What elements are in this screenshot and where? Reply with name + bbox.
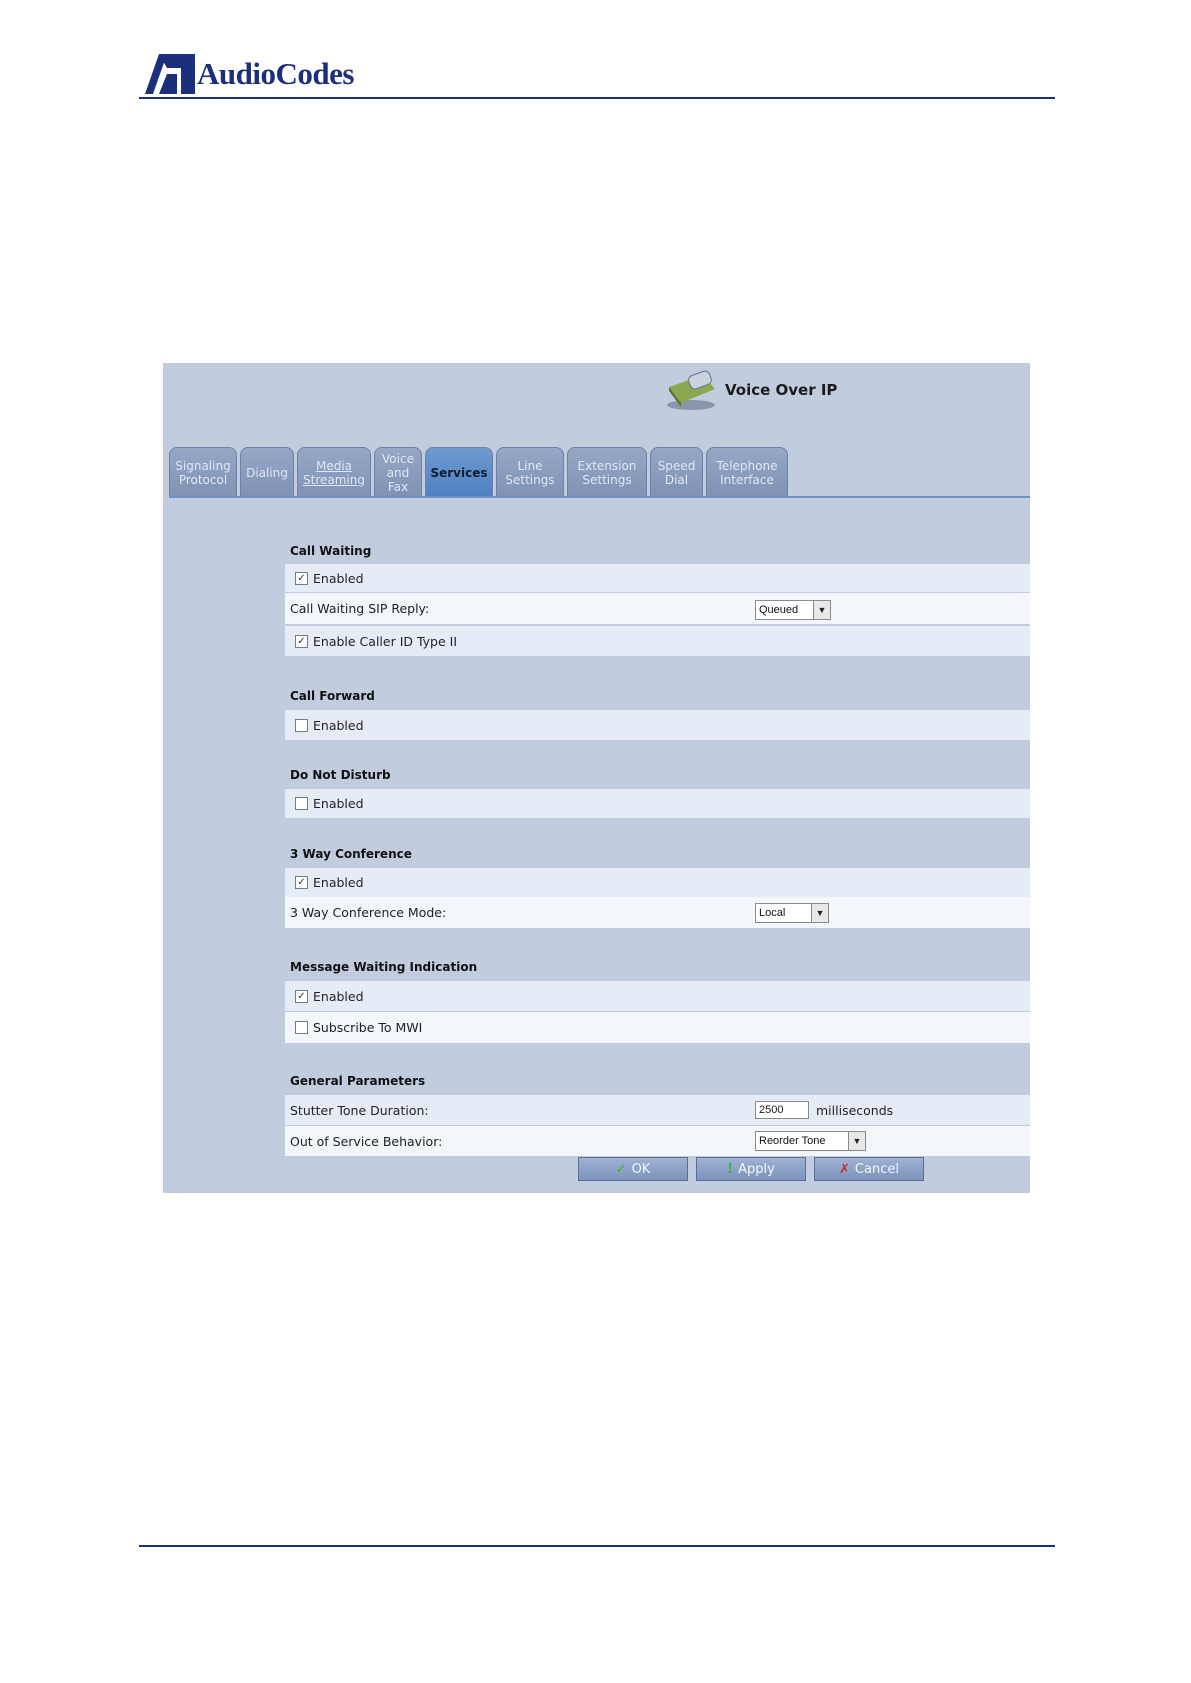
footer-rule (139, 1545, 1055, 1547)
three-way-enabled-row: ✓ Enabled (285, 868, 1030, 897)
call-forward-title: Call Forward (290, 689, 375, 703)
tab-voice-and-fax[interactable]: Voice and Fax (374, 447, 422, 497)
call-waiting-sip-reply-select[interactable]: Queued ▼ (755, 600, 831, 620)
three-way-enabled-label: Enabled (313, 875, 364, 890)
stutter-label: Stutter Tone Duration: (290, 1102, 429, 1118)
oos-label: Out of Service Behavior: (290, 1133, 443, 1149)
tab-label: Voice and Fax (382, 451, 414, 494)
caller-id-checkbox[interactable]: ✓ (295, 634, 308, 648)
tab-label: Line Settings (505, 458, 555, 487)
call-waiting-enabled-label: Enabled (313, 570, 364, 586)
apply-label: Apply (738, 1161, 775, 1177)
tab-label: Dialing (246, 465, 288, 480)
three-way-mode-value: Local (759, 907, 786, 919)
window-title: Voice Over IP (663, 367, 837, 413)
audiocodes-logo-icon (145, 54, 195, 94)
caller-id-label: Enable Caller ID Type II (313, 633, 458, 649)
dnd-enabled-label: Enabled (313, 796, 364, 811)
tab-label: Telephone Interface (716, 458, 778, 487)
tab-label: Extension Settings (577, 458, 637, 487)
ok-button[interactable]: ✓ OK (578, 1157, 688, 1181)
tab-label: Signaling Protocol (175, 458, 231, 487)
oos-behavior-select[interactable]: Reorder Tone ▼ (755, 1131, 866, 1151)
tab-extension-settings[interactable]: Extension Settings (567, 447, 647, 497)
call-waiting-title: Call Waiting (290, 544, 372, 558)
cancel-label: Cancel (854, 1161, 899, 1177)
call-waiting-sip-reply-label: Call Waiting SIP Reply: (290, 601, 430, 616)
checkmark-icon: ✓ (615, 1161, 627, 1177)
mwi-title: Message Waiting Indication (290, 960, 478, 974)
chevron-down-icon[interactable]: ▼ (813, 601, 830, 619)
three-way-mode-label: 3 Way Conference Mode: (290, 905, 447, 920)
tab-speed-dial[interactable]: Speed Dial (650, 447, 703, 497)
call-waiting-sip-reply-row: Call Waiting SIP Reply: (285, 593, 1030, 624)
three-way-enabled-checkbox[interactable]: ✓ (295, 876, 308, 889)
tab-signaling-protocol[interactable]: Signaling Protocol (169, 447, 237, 497)
mwi-subscribe-checkbox[interactable] (295, 1021, 308, 1034)
cancel-button[interactable]: ✗ Cancel (814, 1157, 924, 1181)
mwi-enabled-row: ✓ Enabled (285, 981, 1030, 1011)
tab-label: Services (430, 465, 488, 480)
apply-button[interactable]: ! Apply (696, 1157, 806, 1181)
ok-label: OK (631, 1161, 651, 1177)
tab-line-settings[interactable]: Line Settings (496, 447, 564, 497)
mwi-enabled-label: Enabled (313, 988, 364, 1004)
caller-id-row: ✓ Enable Caller ID Type II (285, 626, 1030, 656)
three-way-mode-select[interactable]: Local ▼ (755, 903, 829, 923)
brand-name: AudioCodes (197, 56, 354, 91)
dnd-title: Do Not Disturb (290, 768, 391, 782)
tab-media-streaming[interactable]: Media Streaming (297, 447, 371, 497)
exclamation-icon: ! (727, 1161, 734, 1177)
three-way-mode-row: 3 Way Conference Mode: (285, 897, 1030, 928)
stutter-duration-input[interactable]: 2500 (755, 1101, 809, 1119)
call-forward-enabled-row: Enabled (285, 710, 1030, 740)
tab-services[interactable]: Services (425, 447, 493, 497)
tab-dialing[interactable]: Dialing (240, 447, 294, 497)
three-way-title: 3 Way Conference (290, 847, 412, 861)
tab-label: Speed Dial (657, 458, 696, 487)
voip-settings-screen: Voice Over IP Signaling Protocol Dialing… (163, 363, 1030, 1193)
header-rule (139, 97, 1055, 99)
button-bar: ✓ OK ! Apply ✗ Cancel (578, 1157, 932, 1181)
oos-row: Out of Service Behavior: (285, 1126, 1030, 1156)
mwi-enabled-checkbox[interactable]: ✓ (295, 989, 308, 1003)
dnd-enabled-checkbox[interactable] (295, 797, 308, 810)
phone-icon (667, 370, 715, 410)
stutter-row: Stutter Tone Duration: (285, 1095, 1030, 1125)
general-title: General Parameters (290, 1074, 426, 1088)
tab-label: Media Streaming (303, 458, 365, 487)
tab-bar: Signaling Protocol Dialing Media Streami… (169, 447, 791, 497)
tab-underline (169, 496, 1030, 498)
chevron-down-icon[interactable]: ▼ (848, 1132, 865, 1150)
call-waiting-enabled-row: ✓ Enabled (285, 564, 1030, 592)
mwi-subscribe-label: Subscribe To MWI (313, 1020, 423, 1035)
call-waiting-enabled-checkbox[interactable]: ✓ (295, 571, 308, 585)
chevron-down-icon[interactable]: ▼ (811, 904, 828, 922)
mwi-subscribe-row: Subscribe To MWI (285, 1012, 1030, 1043)
stutter-unit: milliseconds (816, 1103, 894, 1118)
x-icon: ✗ (839, 1161, 850, 1177)
call-waiting-sip-reply-value: Queued (759, 604, 799, 616)
page-title: Voice Over IP (725, 381, 838, 399)
call-forward-enabled-label: Enabled (313, 717, 364, 733)
audiocodes-logo: AudioCodes (145, 54, 354, 94)
dnd-enabled-row: Enabled (285, 789, 1030, 818)
tab-telephone-interface[interactable]: Telephone Interface (706, 447, 788, 497)
call-forward-enabled-checkbox[interactable] (295, 718, 308, 732)
oos-behavior-value: Reorder Tone (759, 1135, 826, 1147)
